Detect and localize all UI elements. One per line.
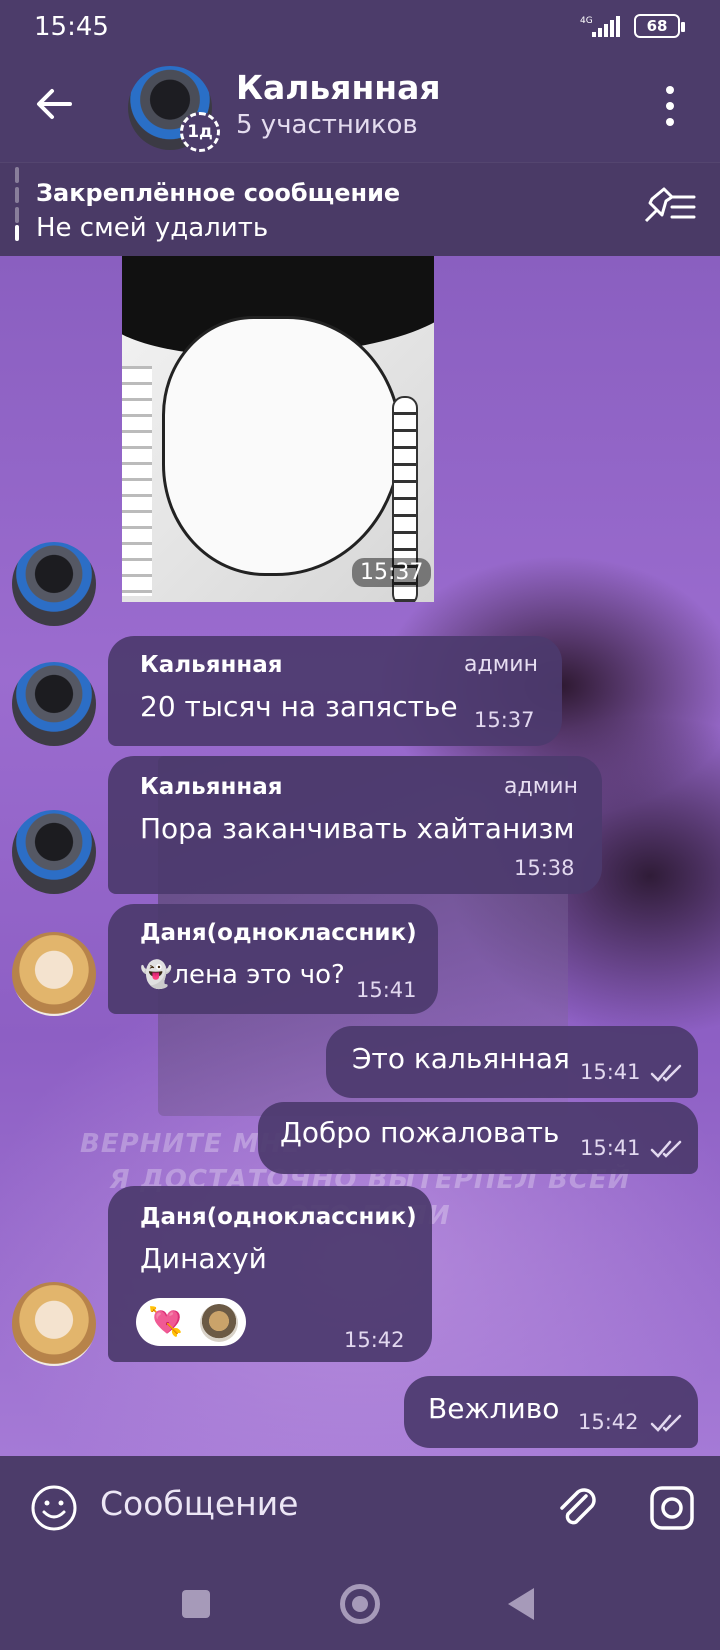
message-bubble[interactable]: Даня(одноклассник) 👻лена это чо? 15:41 (108, 904, 438, 1014)
battery-icon: 68 (634, 14, 685, 38)
avatar[interactable] (12, 662, 96, 746)
message-time: 15:41 (580, 1136, 641, 1160)
pinned-list-icon[interactable] (642, 185, 698, 229)
pinned-message-bar[interactable]: Закреплённое сообщение Не смей удалить (0, 162, 720, 256)
reactor-avatar (200, 1304, 238, 1342)
sender-name: Даня(одноклассник) (140, 1204, 417, 1230)
message-text: Добро пожаловать (280, 1116, 560, 1149)
story-badge[interactable]: 1д (180, 112, 220, 152)
message-text: Это кальянная (352, 1042, 570, 1075)
pinned-text: Не смей удалить (36, 213, 269, 243)
sender-name: Даня(одноклассник) (140, 920, 417, 946)
message-bubble[interactable]: Добро пожаловать 15:41 (258, 1102, 698, 1174)
message-bubble[interactable]: Вежливо 15:42 (404, 1376, 698, 1448)
message-text: 20 тысяч на запястье (140, 690, 458, 723)
message-time: 15:42 (344, 1328, 405, 1352)
chat-header: 1д Кальянная 5 участников (0, 52, 720, 162)
message-time: 15:41 (356, 978, 417, 1002)
message-text: Динахуй (140, 1242, 267, 1275)
message-bubble[interactable]: Кальянная админ 20 тысяч на запястье 15:… (108, 636, 562, 746)
admin-badge: админ (504, 774, 578, 799)
message-input[interactable]: Сообщение (100, 1484, 298, 1523)
message-time: 15:37 (474, 708, 535, 732)
avatar[interactable] (12, 932, 96, 1016)
message-time: 15:41 (580, 1060, 641, 1084)
message-bubble[interactable]: Кальянная админ Пора заканчивать хайтани… (108, 756, 602, 894)
message-bubble[interactable]: Это кальянная 15:41 (326, 1026, 698, 1098)
message-time: 15:38 (514, 856, 575, 880)
message-text: Вежливо (428, 1392, 560, 1425)
paperclip-icon[interactable] (552, 1482, 602, 1532)
reaction-pill[interactable]: 💘 (136, 1298, 246, 1346)
read-checkmarks-icon (650, 1140, 682, 1158)
sender-name: Кальянная (140, 652, 283, 678)
status-bar: 15:45 4G 68 (0, 0, 720, 52)
system-nav-bar (0, 1560, 720, 1650)
message-input-bar: Сообщение (0, 1456, 720, 1560)
back-arrow-icon[interactable] (32, 82, 76, 126)
message-text: 👻лена это чо? (140, 960, 345, 990)
message-text: Пора заканчивать хайтанизм (140, 812, 575, 845)
read-checkmarks-icon (650, 1064, 682, 1082)
admin-badge: админ (464, 652, 538, 677)
avatar[interactable] (12, 542, 96, 626)
read-checkmarks-icon (650, 1414, 682, 1432)
emoji-icon[interactable] (30, 1484, 78, 1532)
message-time: 15:37 (352, 558, 432, 587)
heart-arrow-emoji-icon: 💘 (148, 1305, 183, 1338)
pinned-indicator (15, 163, 19, 241)
pinned-title: Закреплённое сообщение (36, 179, 401, 207)
avatar[interactable] (12, 810, 96, 894)
recents-icon[interactable] (182, 1590, 210, 1618)
chat-title[interactable]: Кальянная (236, 68, 441, 107)
sender-name: Кальянная (140, 774, 283, 800)
message-time: 15:42 (578, 1410, 639, 1434)
system-back-icon[interactable] (508, 1588, 534, 1620)
home-icon[interactable] (340, 1584, 380, 1624)
photo-message[interactable] (122, 256, 434, 602)
status-time: 15:45 (34, 12, 109, 42)
more-options-icon[interactable] (660, 84, 680, 128)
chat-member-count[interactable]: 5 участников (236, 110, 418, 140)
network-label: 4G (580, 16, 593, 26)
avatar[interactable] (12, 1282, 96, 1366)
camera-icon[interactable] (648, 1484, 696, 1532)
signal-icon: 4G (580, 16, 620, 37)
